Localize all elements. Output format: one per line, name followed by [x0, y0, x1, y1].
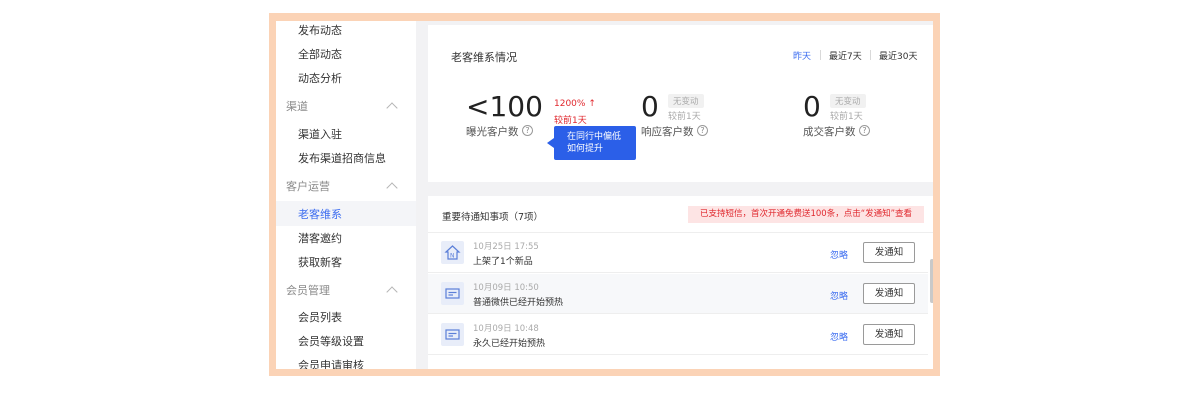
sidebar-item-channel-recruit[interactable]: 发布渠道招商信息	[298, 152, 386, 166]
metric-response-change-sub: 较前1天	[668, 112, 701, 122]
tooltip-arrow	[547, 138, 554, 148]
sidebar-group-channel[interactable]: 渠道	[286, 100, 308, 114]
sidebar: 发布动态 全部动态 动态分析 渠道 渠道入驻 发布渠道招商信息 客户运营 老客维…	[276, 21, 416, 369]
store-icon: N	[441, 241, 464, 264]
table-row: 10月09日 10:48 永久已经开始预热 忽略 发通知	[428, 315, 928, 355]
tooltip-link[interactable]: 如何提升	[567, 143, 636, 155]
ignore-link[interactable]: 忽略	[830, 330, 848, 343]
metric-response-label: 响应客户数	[641, 126, 694, 138]
metric-exposure-label: 曝光客户数	[466, 126, 519, 138]
message-icon	[441, 323, 464, 346]
sidebar-item-member-levels[interactable]: 会员等级设置	[298, 335, 364, 349]
sidebar-item-channel-join[interactable]: 渠道入驻	[298, 128, 342, 142]
notices-title: 重要待通知事项（7项）	[442, 212, 544, 223]
svg-text:N: N	[450, 253, 455, 260]
range-7-days[interactable]: 最近7天	[829, 49, 862, 62]
send-notice-button[interactable]: 发通知	[863, 242, 915, 263]
help-icon[interactable]: ?	[697, 125, 708, 136]
metric-exposure-change: 1200% ↑	[554, 99, 596, 109]
help-icon[interactable]: ?	[522, 125, 533, 136]
range-divider	[870, 50, 871, 60]
notices-card: 重要待通知事项（7项） 已支持短信，首次开通免费送100条，点击“发通知”查看 …	[428, 196, 933, 369]
ignore-link[interactable]: 忽略	[830, 289, 848, 302]
sidebar-item-member-review[interactable]: 会员申请审核	[298, 359, 364, 369]
sms-promo-banner: 已支持短信，首次开通免费送100条，点击“发通知”查看	[688, 206, 924, 223]
main-content: 老客维系情况 昨天 最近7天 最近30天 <100 1200% ↑ 较前1天 曝…	[416, 21, 933, 369]
chevron-up-icon[interactable]	[386, 102, 398, 114]
message-icon	[441, 282, 464, 305]
scrollbar[interactable]	[930, 259, 933, 303]
metric-exposure-value: <100	[466, 90, 543, 123]
range-30-days[interactable]: 最近30天	[879, 49, 917, 62]
send-notice-button[interactable]: 发通知	[863, 283, 915, 304]
table-row: N 10月25日 17:55 上架了1个新品 忽略 发通知	[428, 233, 928, 273]
tooltip-line1: 在同行中偏低	[567, 132, 622, 142]
range-yesterday[interactable]: 昨天	[793, 49, 811, 62]
sidebar-item-new-customers[interactable]: 获取新客	[298, 256, 342, 270]
chevron-up-icon[interactable]	[386, 182, 398, 194]
sidebar-item-retention[interactable]: 老客维系	[298, 208, 342, 222]
metric-response-change: 无变动	[668, 94, 704, 108]
sidebar-item-update-analysis[interactable]: 动态分析	[298, 72, 342, 86]
ignore-link[interactable]: 忽略	[830, 248, 848, 261]
metric-deal-change: 无变动	[830, 94, 866, 108]
table-row: 10月09日 10:50 普通微供已经开始预热 忽略 发通知	[428, 274, 928, 314]
sidebar-item-post-update[interactable]: 发布动态	[298, 24, 342, 38]
sidebar-item-all-updates[interactable]: 全部动态	[298, 48, 342, 62]
metric-response-value: 0	[641, 90, 659, 123]
sidebar-active-highlight	[276, 201, 416, 226]
help-icon[interactable]: ?	[859, 125, 870, 136]
metric-deal-change-sub: 较前1天	[830, 112, 863, 122]
sidebar-group-membership[interactable]: 会员管理	[286, 284, 330, 298]
send-notice-button[interactable]: 发通知	[863, 324, 915, 345]
overview-title: 老客维系情况	[451, 51, 517, 64]
row-time: 10月09日 10:50	[473, 283, 539, 293]
metric-deal-value: 0	[803, 90, 821, 123]
metric-exposure-change-sub: 较前1天	[554, 116, 587, 126]
row-text: 普通微供已经开始预热	[473, 298, 564, 308]
row-time: 10月09日 10:48	[473, 324, 539, 334]
row-text: 上架了1个新品	[473, 257, 533, 267]
sidebar-item-prospects[interactable]: 潜客邀约	[298, 232, 342, 246]
sidebar-group-customer-ops[interactable]: 客户运营	[286, 180, 330, 194]
sidebar-item-member-list[interactable]: 会员列表	[298, 311, 342, 325]
metric-deal-label: 成交客户数	[803, 126, 856, 138]
row-time: 10月25日 17:55	[473, 242, 539, 252]
range-divider	[820, 50, 821, 60]
chevron-up-icon[interactable]	[386, 286, 398, 298]
row-text: 永久已经开始预热	[473, 339, 546, 349]
benchmark-tooltip[interactable]: 在同行中偏低 如何提升	[554, 126, 636, 160]
overview-card: 老客维系情况 昨天 最近7天 最近30天 <100 1200% ↑ 较前1天 曝…	[428, 25, 933, 182]
